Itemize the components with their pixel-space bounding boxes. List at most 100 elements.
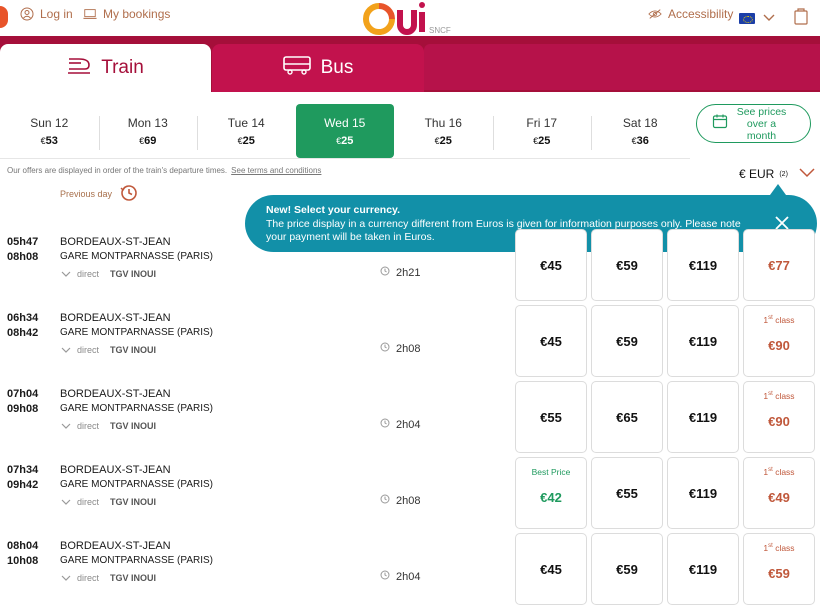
price-value: €45 [540, 257, 562, 273]
journey-duration: 2h04 [380, 418, 420, 431]
fare-price-cell[interactable]: €55 [591, 457, 663, 529]
divider [0, 158, 690, 159]
language-selector[interactable] [739, 9, 775, 27]
side-menu-tab[interactable] [0, 6, 8, 28]
train-details-toggle[interactable]: direct TGV INOUI [61, 573, 156, 583]
fare-price-cell[interactable]: €45 [515, 305, 587, 377]
first-class-price-cell[interactable]: 1st class €59 [743, 533, 815, 605]
chevron-down-icon [61, 345, 71, 355]
destination-station: GARE MONTPARNASSE (PARIS) [60, 251, 213, 262]
fare-price-cell[interactable]: €119 [667, 229, 739, 301]
currency-label: € EUR [739, 167, 775, 181]
date-thu-16[interactable]: Thu 16 €25 [394, 104, 493, 158]
chevron-down-icon [763, 9, 775, 27]
date-price: €53 [41, 135, 58, 147]
tab-bus[interactable]: Bus [212, 44, 424, 92]
fare-price-cell[interactable]: €119 [667, 381, 739, 453]
fare-price-cell[interactable]: €45 [515, 533, 587, 605]
journey-duration: 2h04 [380, 570, 420, 583]
date-label: Thu 16 [424, 115, 462, 130]
my-bookings-label: My bookings [103, 7, 171, 21]
first-class-price-cell[interactable]: 1st class €90 [743, 305, 815, 377]
band-panel [424, 44, 820, 90]
date-sun-12[interactable]: Sun 12 €53 [0, 104, 99, 158]
date-mon-13[interactable]: Mon 13 €69 [98, 104, 198, 158]
accessibility-link[interactable]: Accessibility [648, 7, 733, 21]
fare-price-cell[interactable]: €59 [591, 533, 663, 605]
price-value: €42 [540, 489, 562, 505]
date-tue-14[interactable]: Tue 14 €25 [197, 104, 296, 158]
date-wed-15[interactable]: Wed 15 €25 [295, 104, 394, 158]
fare-price-cell[interactable]: €119 [667, 457, 739, 529]
departure-time: 05h47 [7, 236, 39, 248]
fare-price-cell[interactable]: €45 [515, 229, 587, 301]
price-value: €55 [616, 485, 638, 501]
see-prices-month-button[interactable]: See prices over a month [696, 104, 811, 143]
date-price: €69 [139, 135, 156, 147]
price-value: €119 [688, 409, 718, 425]
currency-selector[interactable]: € EUR (2) [739, 167, 815, 181]
origin-station: BORDEAUX-ST-JEAN [60, 236, 171, 248]
price-value: €59 [768, 565, 790, 581]
arrival-time: 08h42 [7, 327, 39, 339]
first-class-price-cell[interactable]: €77 [743, 229, 815, 301]
price-value: 69 [144, 134, 157, 147]
price-value: 36 [636, 134, 649, 147]
login-link[interactable]: Log in [20, 7, 73, 21]
fare-price-cell[interactable]: Best Price €42 [515, 457, 587, 529]
first-class-label: 1st class [763, 467, 795, 477]
train-brand: TGV INOUI [110, 573, 157, 583]
price-value: €77 [768, 257, 790, 273]
price-value: €90 [768, 413, 790, 429]
train-type: direct [77, 497, 100, 507]
chevron-down-icon [61, 269, 71, 279]
cart-icon[interactable] [794, 7, 808, 30]
fare-price-cell[interactable]: €55 [515, 381, 587, 453]
login-label: Log in [40, 7, 73, 21]
clock-icon [380, 494, 390, 507]
first-class-price-cell[interactable]: 1st class €49 [743, 457, 815, 529]
clock-icon [380, 266, 390, 279]
departure-time: 08h04 [7, 540, 39, 552]
best-price-label: Best Price [531, 467, 571, 477]
destination-station: GARE MONTPARNASSE (PARIS) [60, 555, 213, 566]
train-icon [67, 55, 91, 81]
journey-duration: 2h08 [380, 494, 420, 507]
previous-day-link[interactable]: Previous day [60, 184, 138, 204]
train-details-toggle[interactable]: direct TGV INOUI [61, 269, 156, 279]
date-sat-18[interactable]: Sat 18 €36 [591, 104, 690, 158]
date-price: €25 [238, 135, 255, 147]
duration-value: 2h04 [396, 418, 421, 431]
clock-icon [380, 342, 390, 355]
logo-sub-text: SNCF [429, 26, 451, 35]
date-fri-17[interactable]: Fri 17 €25 [492, 104, 592, 158]
train-details-toggle[interactable]: direct TGV INOUI [61, 497, 156, 507]
fare-price-cell[interactable]: €65 [591, 381, 663, 453]
origin-station: BORDEAUX-ST-JEAN [60, 312, 171, 324]
tab-train[interactable]: Train [0, 44, 211, 92]
departure-time: 06h34 [7, 312, 39, 324]
fare-price-cell[interactable]: €59 [591, 305, 663, 377]
fare-price-cell[interactable]: €119 [667, 305, 739, 377]
origin-station: BORDEAUX-ST-JEAN [60, 540, 171, 552]
price-value: 25 [538, 134, 551, 147]
train-details-toggle[interactable]: direct TGV INOUI [61, 421, 156, 431]
duration-value: 2h08 [396, 342, 421, 355]
oui-sncf-logo[interactable]: SNCF [362, 0, 472, 38]
destination-station: GARE MONTPARNASSE (PARIS) [60, 479, 213, 490]
fare-price-cell[interactable]: €119 [667, 533, 739, 605]
train-brand: TGV INOUI [110, 269, 157, 279]
terms-link[interactable]: See terms and conditions [231, 166, 321, 175]
price-value: €45 [540, 561, 562, 577]
train-details-toggle[interactable]: direct TGV INOUI [61, 345, 156, 355]
fare-price-cell[interactable]: €59 [591, 229, 663, 301]
date-label: Fri 17 [526, 115, 558, 130]
first-class-label: 1st class [763, 543, 795, 553]
price-value: 25 [242, 134, 255, 147]
bus-icon [282, 55, 311, 81]
my-bookings-link[interactable]: My bookings [83, 7, 170, 21]
top-header: Log in My bookings SNCF Accessibility [0, 0, 820, 36]
first-class-price-cell[interactable]: 1st class €90 [743, 381, 815, 453]
price-value: €119 [688, 333, 718, 349]
departure-time: 07h04 [7, 388, 39, 400]
